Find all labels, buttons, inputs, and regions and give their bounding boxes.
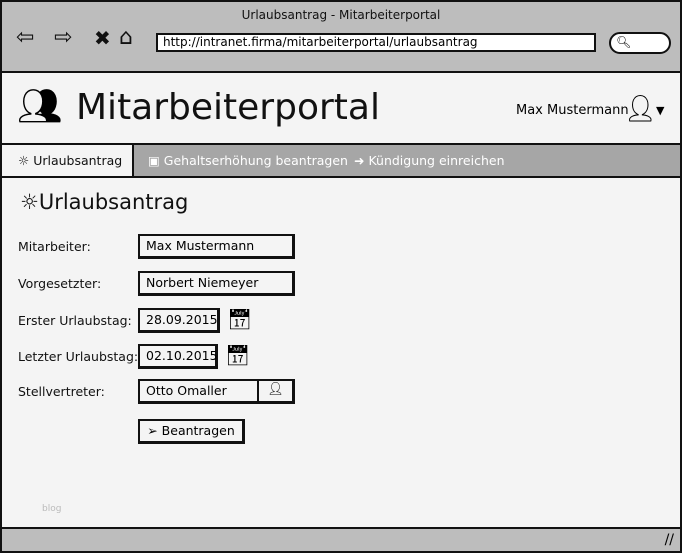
back-icon[interactable]: ⇦ xyxy=(16,26,34,50)
supervisor-label: Vorgesetzter: xyxy=(18,276,102,291)
users-icon: 👥︎ xyxy=(17,86,63,127)
app-header: 👥︎ Mitarbeiterportal Max Mustermann 👤︎ ▼ xyxy=(2,73,680,143)
window-title: Urlaubsantrag - Mitarbeiterportal xyxy=(241,8,441,22)
browser-window: Urlaubsantrag - Mitarbeiterportal ⇦ ⇨ ✖ … xyxy=(0,0,682,553)
sun-icon: ☼ xyxy=(18,153,34,168)
tab-label: Urlaubsantrag xyxy=(33,153,123,168)
deputy-value: Otto Omaller xyxy=(146,383,227,398)
last-day-field[interactable]: 02.10.2015 xyxy=(138,344,218,369)
tab-kuendigung[interactable]: ➜ Kündigung einreichen xyxy=(352,145,505,176)
browser-chrome: Urlaubsantrag - Mitarbeiterportal ⇦ ⇨ ✖ … xyxy=(2,2,680,73)
tab-gehaltserhoehung[interactable]: ▣ Gehaltserhöhung beantragen xyxy=(146,145,348,176)
search-icon: 🔍︎ xyxy=(616,35,632,49)
calendar-icon[interactable]: 📅︎ xyxy=(225,344,250,366)
employee-label: Mitarbeiter: xyxy=(18,239,91,254)
page-title: ☼Urlaubsantrag xyxy=(20,190,188,214)
tab-bar: ☼ Urlaubsantrag ▣ Gehaltserhöhung beantr… xyxy=(2,143,680,178)
page-title-text: Urlaubsantrag xyxy=(38,190,189,214)
tab-label: Kündigung einreichen xyxy=(368,153,505,168)
money-icon: ▣ xyxy=(148,153,164,168)
user-name[interactable]: Max Mustermann xyxy=(516,103,629,118)
deputy-label: Stellvertreter: xyxy=(18,384,105,399)
close-icon[interactable]: ✖ xyxy=(94,26,111,50)
address-bar[interactable]: http://intranet.firma/mitarbeiterportal/… xyxy=(156,33,596,52)
tab-urlaubsantrag[interactable]: ☼ Urlaubsantrag xyxy=(2,145,134,176)
brand-title: Mitarbeiterportal xyxy=(76,87,380,128)
employee-field[interactable]: Max Mustermann xyxy=(138,234,295,259)
calendar-icon[interactable]: 📅︎ xyxy=(227,308,252,330)
sign-out-icon: ➜ xyxy=(354,153,369,168)
user-picker-button[interactable]: 👤︎ xyxy=(257,379,292,402)
last-day-label: Letzter Urlaubstag: xyxy=(18,349,139,364)
submit-label: Beantragen xyxy=(161,423,235,438)
submit-button[interactable]: ➢ Beantragen xyxy=(138,419,245,444)
home-icon[interactable]: ⌂ xyxy=(119,26,133,50)
first-day-label: Erster Urlaubstag: xyxy=(18,313,132,328)
resize-grip-icon[interactable]: // xyxy=(665,532,674,548)
sun-icon: ☼ xyxy=(20,190,39,214)
supervisor-field[interactable]: Norbert Niemeyer xyxy=(138,271,295,296)
search-field[interactable]: 🔍︎ xyxy=(609,32,671,54)
form-panel: ☼Urlaubsantrag Mitarbeiter: Max Musterma… xyxy=(2,178,680,527)
footer-text: blog xyxy=(42,504,62,514)
forward-icon[interactable]: ⇨ xyxy=(54,26,72,50)
first-day-field[interactable]: 28.09.2015 xyxy=(138,308,220,333)
paper-plane-icon: ➢ xyxy=(147,423,162,438)
tab-label: Gehaltserhöhung beantragen xyxy=(163,153,348,168)
deputy-field[interactable]: Otto Omaller 👤︎ xyxy=(138,379,295,404)
status-bar: // xyxy=(2,527,680,551)
chevron-down-icon[interactable]: ▼ xyxy=(656,104,664,117)
user-icon[interactable]: 👤︎ xyxy=(624,95,657,123)
